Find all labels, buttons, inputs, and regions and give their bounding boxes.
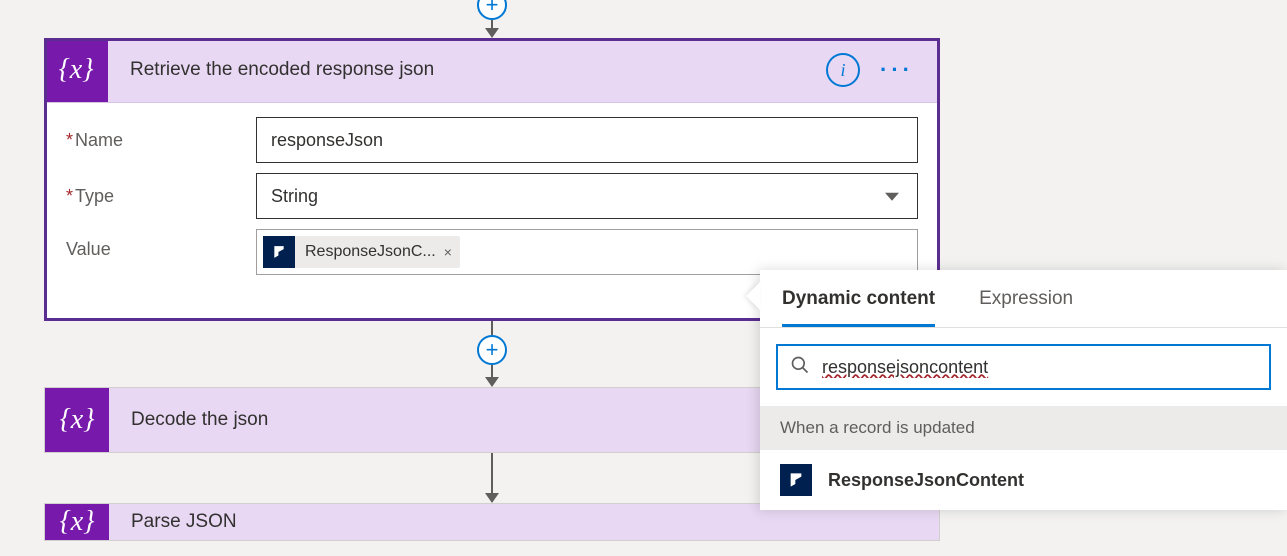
arrow-down-icon: [485, 377, 499, 387]
name-label: *Name: [66, 130, 256, 151]
name-input[interactable]: responseJson: [256, 117, 918, 163]
variable-icon: {x}: [45, 388, 109, 452]
arrow-down-icon: [485, 493, 499, 503]
search-input-wrapper: [776, 344, 1271, 390]
search-icon: [790, 355, 810, 380]
close-icon[interactable]: ×: [444, 244, 452, 260]
type-label: *Type: [66, 186, 256, 207]
card-title: Retrieve the encoded response json: [108, 59, 826, 81]
value-input[interactable]: ResponseJsonC... ×: [256, 229, 918, 275]
dynamics-icon: [263, 236, 295, 268]
dynamic-content-item[interactable]: ResponseJsonContent: [760, 450, 1287, 510]
dynamics-icon: [780, 464, 812, 496]
card-header: {x} Retrieve the encoded response json i…: [44, 38, 940, 103]
more-menu-icon[interactable]: ···: [880, 57, 914, 83]
card-title: Parse JSON: [109, 511, 939, 533]
arrow-down-icon: [485, 28, 499, 38]
tab-expression[interactable]: Expression: [979, 270, 1073, 327]
value-token[interactable]: ResponseJsonC... ×: [263, 236, 460, 268]
add-step-button-top[interactable]: +: [477, 0, 507, 20]
item-label: ResponseJsonContent: [828, 470, 1024, 491]
add-step-button-mid[interactable]: +: [477, 335, 507, 365]
dynamic-content-panel: Dynamic content Expression When a record…: [760, 270, 1287, 510]
panel-pointer-icon: [746, 282, 760, 310]
info-icon[interactable]: i: [826, 53, 860, 87]
value-label: Value: [66, 229, 256, 260]
type-select[interactable]: String: [256, 173, 918, 219]
token-label: ResponseJsonC...: [305, 243, 436, 261]
section-header: When a record is updated: [760, 406, 1287, 450]
tab-dynamic-content[interactable]: Dynamic content: [782, 270, 935, 327]
search-input[interactable]: [822, 357, 1257, 378]
variable-icon: {x}: [44, 38, 108, 102]
data-operation-icon: {x}: [45, 504, 109, 540]
